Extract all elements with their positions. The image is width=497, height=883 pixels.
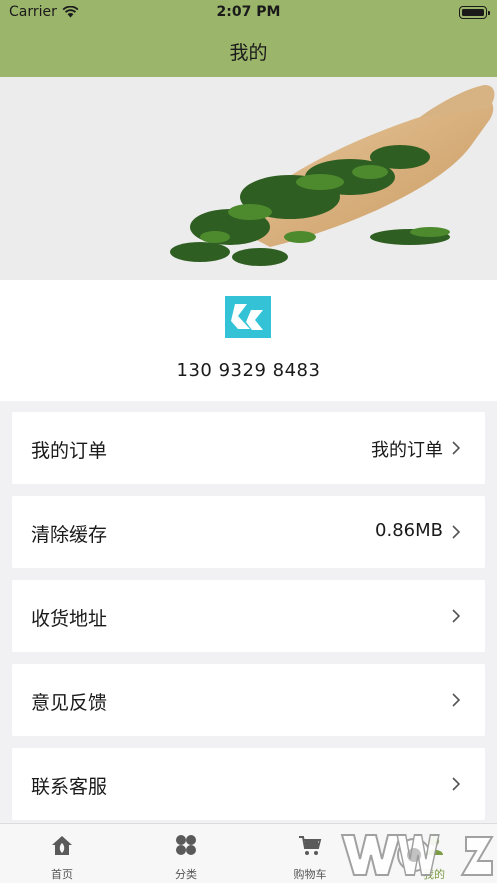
profile-card: 130 9329 8483 bbox=[0, 280, 497, 401]
chevron-right-icon bbox=[452, 609, 461, 623]
menu-item-customer-service[interactable]: 联系客服 bbox=[12, 748, 485, 820]
chevron-right-icon bbox=[452, 777, 461, 791]
menu-item-orders[interactable]: 我的订单 我的订单 bbox=[12, 412, 485, 484]
watermark-logo bbox=[340, 834, 494, 876]
chevron-right-icon bbox=[452, 525, 461, 539]
tab-label: 分类 bbox=[175, 868, 197, 881]
header: Carrier 2:07 PM 我的 bbox=[0, 0, 497, 77]
app-logo-icon bbox=[231, 304, 263, 330]
menu-item-label: 意见反馈 bbox=[31, 692, 108, 714]
tab-label: 首页 bbox=[51, 868, 73, 881]
status-bar: Carrier 2:07 PM bbox=[0, 4, 497, 22]
chevron-right-icon bbox=[452, 441, 461, 455]
status-time: 2:07 PM bbox=[216, 4, 281, 20]
home-icon bbox=[52, 836, 72, 855]
menu-item-label: 收货地址 bbox=[31, 608, 108, 630]
menu-item-value: 我的订单 bbox=[371, 440, 443, 461]
menu-item-feedback[interactable]: 意见反馈 bbox=[12, 664, 485, 736]
menu-item-label: 我的订单 bbox=[31, 440, 108, 462]
tab-category[interactable]: 分类 bbox=[124, 824, 248, 883]
menu-item-address[interactable]: 收货地址 bbox=[12, 580, 485, 652]
menu-item-label: 清除缓存 bbox=[31, 524, 108, 546]
avatar[interactable] bbox=[225, 296, 271, 338]
category-icon bbox=[176, 835, 196, 855]
cache-size-value: 0.86MB bbox=[375, 520, 443, 541]
banner-image bbox=[0, 77, 497, 280]
page-title: 我的 bbox=[229, 42, 268, 64]
cart-icon bbox=[299, 836, 322, 855]
phone-number: 130 9329 8483 bbox=[176, 360, 321, 381]
tea-leaves-illustration bbox=[170, 85, 495, 266]
tab-home[interactable]: 首页 bbox=[0, 824, 124, 883]
menu-item-clear-cache[interactable]: 清除缓存 0.86MB bbox=[12, 496, 485, 568]
battery-icon bbox=[459, 6, 490, 19]
chevron-right-icon bbox=[452, 693, 461, 707]
menu-item-label: 联系客服 bbox=[31, 776, 108, 798]
